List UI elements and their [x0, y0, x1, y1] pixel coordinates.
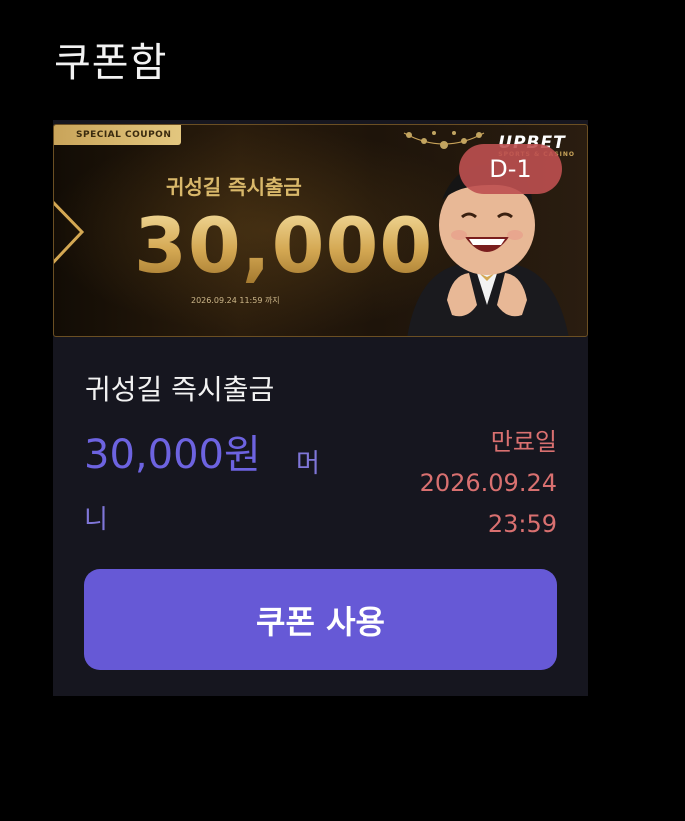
chevron-decoration-icon	[54, 201, 85, 264]
special-coupon-tag: SPECIAL COUPON	[54, 125, 182, 145]
page-title: 쿠폰함	[54, 40, 168, 86]
banner-date: 2026.09.24 11:59 까지	[191, 296, 280, 305]
banner-amount: 30,000	[134, 201, 434, 290]
coupon-card: SPECIAL COUPON 귀성길 즉시출금 30,000 2026.09.2…	[53, 120, 588, 696]
expiry-time: 23:59	[487, 510, 557, 538]
coupon-name: 귀성길 즉시출금	[85, 373, 275, 406]
expiry-date: 2026.09.24	[419, 469, 557, 497]
expiry-info: 만료일 2026.09.24 23:59	[420, 422, 557, 545]
banner-subtitle: 귀성길 즉시출금	[166, 175, 302, 199]
expiry-label: 만료일	[490, 428, 557, 456]
dday-badge: D-1	[459, 144, 562, 194]
use-coupon-button[interactable]: 쿠폰 사용	[84, 569, 557, 670]
coupon-amount-unit: 머니	[84, 449, 320, 535]
